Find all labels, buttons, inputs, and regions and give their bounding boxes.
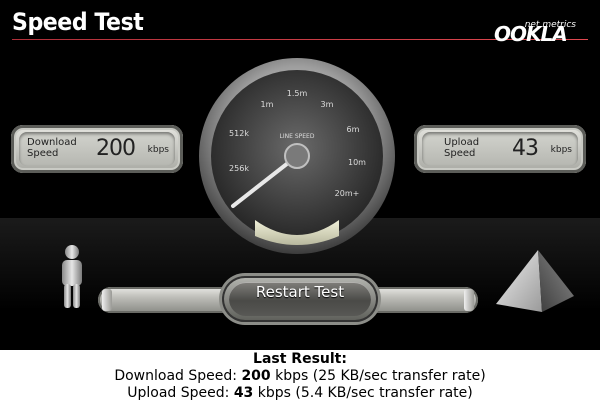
speed-test-stage: Speed Test net metrics OOKLA LINE SPEED … bbox=[0, 0, 600, 350]
user-icon bbox=[62, 245, 82, 308]
brand-wordmark: OOKLA bbox=[494, 22, 568, 46]
upload-result-label: Upload Speed: bbox=[127, 385, 230, 401]
gauge-tick-label: 6m bbox=[347, 125, 360, 134]
restart-button-label: Restart Test bbox=[255, 283, 345, 301]
gauge-center-label: LINE SPEED bbox=[280, 133, 315, 140]
upload-speed-panel: Upload Speed 43 kbps bbox=[414, 125, 586, 173]
progress-track-left-cap bbox=[102, 289, 112, 311]
upload-result-line: Upload Speed: 43 kbps (5.4 KB/sec transf… bbox=[0, 385, 600, 402]
progress-track-right-cap bbox=[464, 289, 474, 311]
upload-label-line2: Speed bbox=[444, 148, 476, 159]
restart-test-button[interactable]: Restart Test bbox=[222, 276, 378, 322]
last-result-heading: Last Result: bbox=[253, 351, 347, 367]
download-label-line2: Speed bbox=[27, 148, 59, 159]
upload-speed-label: Upload Speed bbox=[444, 137, 479, 159]
gauge-tick-label: 256k bbox=[229, 164, 249, 173]
download-label-line1: Download bbox=[27, 137, 77, 148]
download-result-value: 200 bbox=[241, 368, 271, 384]
brand-logo: net metrics OOKLA bbox=[490, 10, 586, 46]
upload-speed-unit: kbps bbox=[550, 145, 572, 155]
gauge-tick-label: 20m+ bbox=[335, 189, 360, 198]
gauge-hub bbox=[284, 143, 310, 169]
upload-label-line1: Upload bbox=[444, 137, 480, 148]
download-result-detail: kbps (25 KB/sec transfer rate) bbox=[275, 368, 486, 384]
download-result-label: Download Speed: bbox=[114, 368, 237, 384]
gauge-tick-label: 10m bbox=[348, 158, 366, 167]
page-title: Speed Test bbox=[12, 8, 144, 36]
download-speed-unit: kbps bbox=[147, 145, 169, 155]
upload-result-detail: kbps (5.4 KB/sec transfer rate) bbox=[257, 385, 473, 401]
upload-speed-display: Upload Speed 43 kbps bbox=[422, 132, 578, 166]
download-speed-panel: Download Speed 200 kbps bbox=[11, 125, 183, 173]
gauge-tick-label: 1m bbox=[261, 100, 274, 109]
last-result-summary: Last Result: Download Speed: 200 kbps (2… bbox=[0, 351, 600, 402]
server-pyramid-icon bbox=[496, 250, 574, 312]
download-speed-value: 200 bbox=[96, 136, 136, 161]
gauge-tick-label: 1.5m bbox=[287, 89, 308, 98]
download-speed-label: Download Speed bbox=[27, 137, 77, 159]
gauge-tick-label: 3m bbox=[321, 100, 334, 109]
upload-speed-value: 43 bbox=[512, 136, 539, 161]
gauge-tick-label: 512k bbox=[229, 129, 249, 138]
download-speed-display: Download Speed 200 kbps bbox=[19, 132, 175, 166]
speed-gauge: LINE SPEED 256k 512k 1m 1.5m 3m 6m 10m 2… bbox=[199, 58, 395, 254]
download-result-line: Download Speed: 200 kbps (25 KB/sec tran… bbox=[0, 368, 600, 385]
upload-result-value: 43 bbox=[233, 385, 254, 401]
